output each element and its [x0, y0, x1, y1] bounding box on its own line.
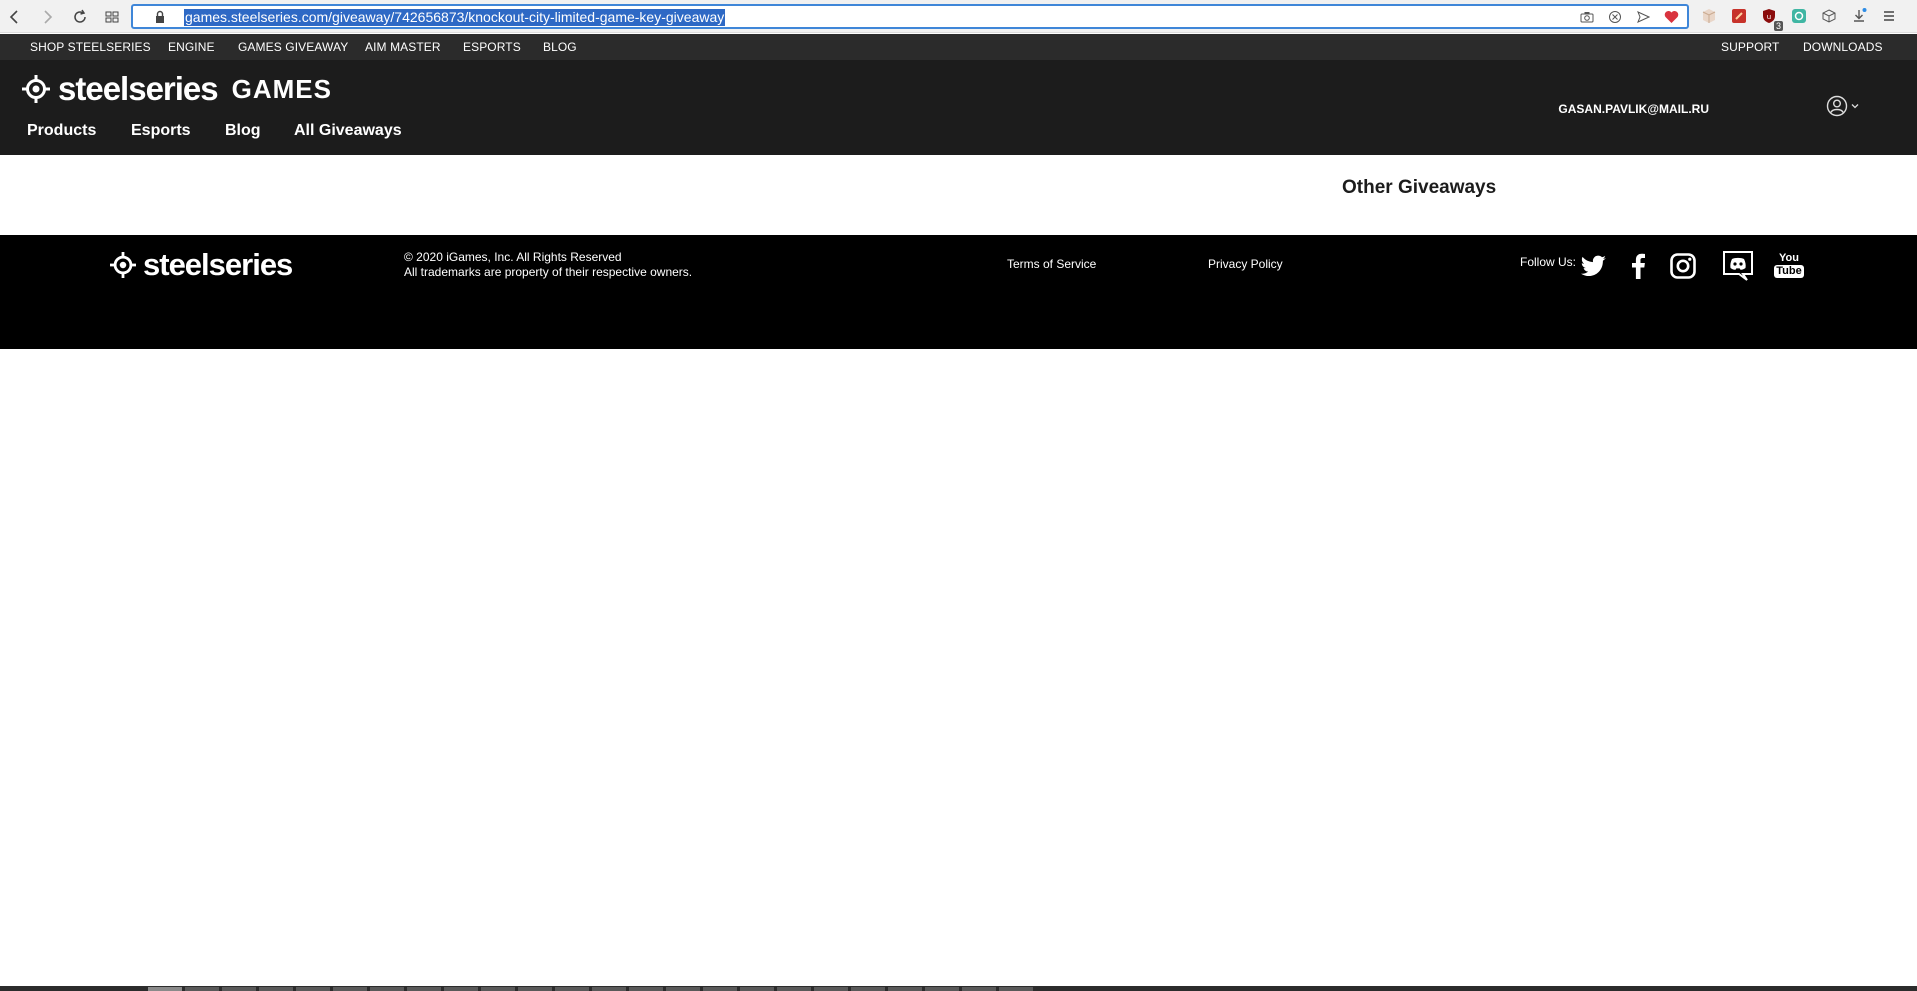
footer-wordmark: steelseries: [143, 247, 293, 282]
discord-icon[interactable]: [1720, 249, 1756, 283]
taskbar-item[interactable]: [555, 987, 589, 991]
taskbar-item[interactable]: [481, 987, 515, 991]
back-icon[interactable]: [4, 6, 26, 28]
copyright: © 2020 iGames, Inc. All Rights Reserved …: [404, 250, 692, 280]
taskbar-item[interactable]: [629, 987, 663, 991]
camera-icon[interactable]: [1579, 9, 1595, 25]
utility-nav-engine[interactable]: ENGINE: [168, 34, 215, 60]
footer-logo[interactable]: steelseries: [110, 247, 293, 283]
taskbar-item[interactable]: [999, 987, 1033, 991]
taskbar-item[interactable]: [333, 987, 367, 991]
menu-icon[interactable]: [1880, 7, 1898, 25]
extension-cube-icon[interactable]: [1700, 7, 1718, 25]
main-content: Other Giveaways: [0, 155, 1917, 235]
utility-nav-games-giveaway[interactable]: GAMES GIVEAWAY: [238, 34, 348, 60]
brand-logo[interactable]: steelseries GAMES: [22, 70, 332, 107]
nav-all-giveaways[interactable]: All Giveaways: [294, 122, 402, 140]
ublock-icon[interactable]: u3: [1760, 7, 1783, 31]
taskbar-item[interactable]: [814, 987, 848, 991]
utility-nav-shop[interactable]: SHOP STEELSERIES: [30, 34, 151, 60]
nav-esports[interactable]: Esports: [131, 122, 191, 140]
copyright-line-1: © 2020 iGames, Inc. All Rights Reserved: [404, 250, 622, 264]
address-bar[interactable]: games.steelseries.com/giveaway/742656873…: [131, 4, 1689, 29]
nav-blog[interactable]: Blog: [225, 122, 261, 140]
privacy-policy-link[interactable]: Privacy Policy: [1208, 257, 1283, 271]
taskbar-item[interactable]: [444, 987, 478, 991]
copyright-line-2: All trademarks are property of their res…: [404, 265, 693, 279]
site-footer: steelseries © 2020 iGames, Inc. All Righ…: [0, 235, 1917, 349]
browser-toolbar: games.steelseries.com/giveaway/742656873…: [0, 0, 1917, 33]
taskbar-item[interactable]: [962, 987, 996, 991]
taskbar-item[interactable]: [148, 987, 182, 991]
user-menu-button[interactable]: [1826, 95, 1860, 117]
other-giveaways-title: Other Giveaways: [1342, 177, 1497, 198]
reload-icon[interactable]: [69, 6, 91, 28]
taskbar-item[interactable]: [851, 987, 885, 991]
twitter-icon[interactable]: [1580, 252, 1608, 280]
youtube-text-bottom: Tube: [1774, 264, 1804, 278]
taskbar-item[interactable]: [592, 987, 626, 991]
block-icon[interactable]: [1607, 9, 1623, 25]
terms-of-service-link[interactable]: Terms of Service: [1007, 257, 1096, 271]
utility-nav-support[interactable]: SUPPORT: [1721, 34, 1780, 60]
taskbar-item[interactable]: [407, 987, 441, 991]
taskbar-item[interactable]: [888, 987, 922, 991]
brand-games: GAMES: [231, 73, 332, 104]
nav-products[interactable]: Products: [27, 122, 96, 140]
chevron-down-icon: [1851, 104, 1859, 109]
utility-nav-blog[interactable]: BLOG: [543, 34, 577, 60]
user-icon: [1826, 95, 1848, 117]
taskbar-item[interactable]: [925, 987, 959, 991]
extension-teal-icon[interactable]: [1790, 7, 1808, 25]
taskbar-item[interactable]: [296, 987, 330, 991]
utility-nav-aim-master[interactable]: AIM MASTER: [365, 34, 441, 60]
download-icon[interactable]: [1850, 7, 1868, 25]
taskbar-item[interactable]: [518, 987, 552, 991]
taskbar-item[interactable]: [740, 987, 774, 991]
taskbar: [0, 986, 1917, 991]
utility-nav-esports[interactable]: ESPORTS: [463, 34, 521, 60]
taskbar-item[interactable]: [222, 987, 256, 991]
lock-icon: [156, 10, 164, 23]
facebook-icon[interactable]: [1624, 252, 1652, 280]
url-text[interactable]: games.steelseries.com/giveaway/742656873…: [184, 9, 726, 26]
taskbar-item[interactable]: [370, 987, 404, 991]
instagram-icon[interactable]: [1669, 252, 1697, 280]
heart-icon[interactable]: [1663, 9, 1679, 25]
taskbar-item[interactable]: [777, 987, 811, 991]
user-email[interactable]: GASAN.PAVLIK@MAIL.RU: [1558, 102, 1709, 116]
taskbar-item[interactable]: [259, 987, 293, 991]
youtube-text-top: You: [1779, 251, 1799, 264]
taskbar-item[interactable]: [703, 987, 737, 991]
taskbar-item[interactable]: [185, 987, 219, 991]
steelseries-logo-icon: [22, 75, 50, 103]
extension-red-icon[interactable]: [1730, 7, 1748, 25]
follow-us-label: Follow Us:: [1520, 255, 1577, 269]
youtube-icon[interactable]: You Tube: [1774, 250, 1804, 280]
steelseries-logo-icon: [110, 252, 136, 278]
site-header: steelseries GAMES Products Esports Blog …: [0, 60, 1917, 155]
utility-nav: SHOP STEELSERIES ENGINE GAMES GIVEAWAY A…: [0, 34, 1917, 60]
box-icon[interactable]: [1820, 7, 1838, 25]
utility-nav-downloads[interactable]: DOWNLOADS: [1803, 34, 1883, 60]
forward-icon[interactable]: [36, 6, 58, 28]
svg-text:u: u: [1767, 13, 1771, 21]
brand-wordmark: steelseries: [58, 70, 219, 107]
tabs-grid-icon[interactable]: [101, 6, 123, 28]
extension-badge: 3: [1773, 21, 1783, 31]
taskbar-item[interactable]: [666, 987, 700, 991]
send-icon[interactable]: [1635, 9, 1651, 25]
